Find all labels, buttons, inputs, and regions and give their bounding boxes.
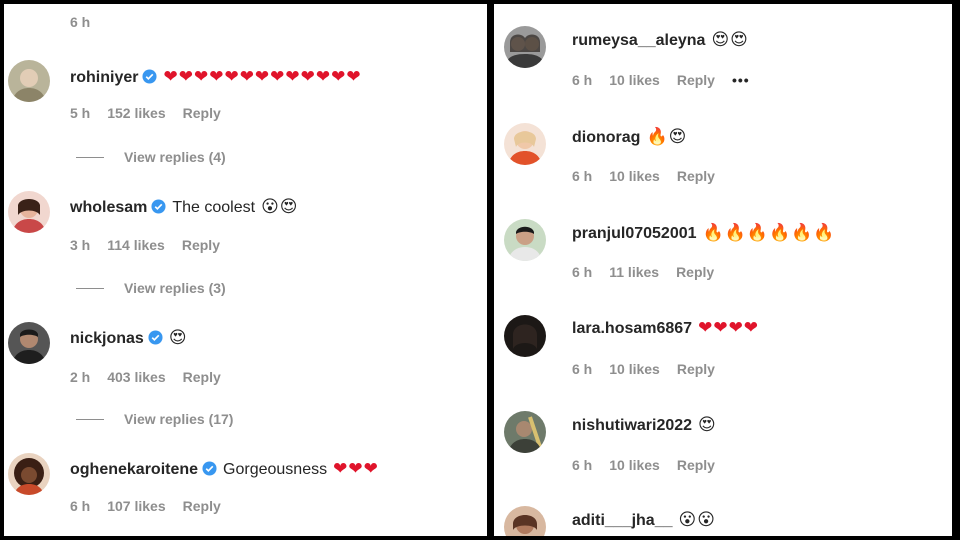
reply-button[interactable]: Reply: [183, 105, 221, 121]
more-options-icon[interactable]: •••: [732, 72, 750, 88]
reply-button[interactable]: Reply: [677, 361, 715, 377]
divider-line: [76, 157, 104, 158]
view-replies-button[interactable]: View replies (17): [76, 410, 233, 428]
reply-button[interactable]: Reply: [677, 168, 715, 184]
view-replies-button[interactable]: View replies (3): [76, 279, 226, 297]
reply-button[interactable]: Reply: [183, 498, 221, 514]
avatar[interactable]: [504, 219, 546, 261]
like-count[interactable]: 152 likes: [107, 105, 165, 121]
avatar[interactable]: [504, 123, 546, 165]
username[interactable]: lara.hosam6867: [572, 320, 692, 337]
avatar[interactable]: [504, 506, 546, 536]
comment-emojis: ❤❤❤❤❤❤❤❤❤❤❤❤❤: [163, 67, 362, 87]
comment-emojis: 🔥🔥🔥🔥🔥🔥: [702, 223, 836, 243]
view-replies-button[interactable]: View replies (4): [76, 148, 226, 166]
username[interactable]: pranjul07052001: [572, 225, 697, 242]
username[interactable]: rumeysa__aleyna: [572, 32, 705, 49]
comment-time: 6 h: [572, 457, 593, 473]
avatar[interactable]: [504, 26, 546, 68]
avatar[interactable]: [8, 453, 50, 495]
username[interactable]: nishutiwari2022: [572, 417, 692, 434]
username[interactable]: dionorag: [572, 129, 640, 146]
view-replies-label: View replies (3): [124, 280, 226, 296]
like-count[interactable]: 10 likes: [609, 72, 660, 88]
reply-button[interactable]: Reply: [182, 237, 220, 253]
like-count[interactable]: 10 likes: [609, 168, 660, 184]
comment-time: 2 h: [70, 369, 91, 385]
username[interactable]: rohiniyer: [70, 69, 138, 86]
comment-text: Gorgeousness: [223, 461, 328, 478]
comment-emojis: 😮😍: [261, 197, 299, 217]
avatar[interactable]: [504, 411, 546, 453]
like-count[interactable]: 10 likes: [609, 457, 660, 473]
like-count[interactable]: 114 likes: [107, 237, 165, 253]
avatar[interactable]: [504, 315, 546, 357]
username[interactable]: oghenekaroitene: [70, 461, 198, 478]
comment-time: 6 h: [572, 361, 593, 377]
reply-button[interactable]: Reply: [183, 369, 221, 385]
like-count[interactable]: 403 likes: [107, 369, 165, 385]
comment-emojis: ❤❤❤: [333, 459, 379, 479]
comment-time: 6 h: [572, 264, 593, 280]
comment-emojis: 😍: [698, 415, 717, 435]
verified-badge-icon: [151, 199, 166, 214]
avatar[interactable]: [8, 322, 50, 364]
username[interactable]: aditi___jha__: [572, 512, 673, 529]
like-count[interactable]: 10 likes: [609, 361, 660, 377]
avatar[interactable]: [8, 191, 50, 233]
verified-badge-icon: [142, 69, 157, 84]
avatar[interactable]: [8, 60, 50, 102]
reply-button[interactable]: Reply: [677, 72, 715, 88]
divider-line: [76, 288, 104, 289]
comment-time: 6 h: [572, 168, 593, 184]
comment-emojis: 😍: [168, 328, 188, 348]
view-replies-label: View replies (4): [124, 149, 226, 165]
previous-comment-time: 6 h: [70, 14, 91, 30]
comment-time: 3 h: [70, 237, 91, 253]
left-comments-panel: 6 h rohiniyer ❤❤❤❤❤❤❤❤❤❤❤❤❤ 5 h 152 likes R…: [4, 4, 487, 536]
like-count[interactable]: 11 likes: [609, 264, 659, 280]
username[interactable]: nickjonas: [70, 330, 144, 347]
comment-time: 5 h: [70, 105, 91, 121]
like-count[interactable]: 107 likes: [107, 498, 165, 514]
username[interactable]: wholesam: [70, 199, 147, 216]
right-comments-panel: rumeysa__aleyna 😍😍 6 h 10 likes Reply ••• di…: [494, 4, 952, 536]
comment-emojis: 😮😮: [678, 510, 716, 530]
verified-badge-icon: [202, 461, 217, 476]
reply-button[interactable]: Reply: [676, 264, 714, 280]
comment-text: The coolest: [172, 199, 256, 216]
comment-time: 6 h: [572, 72, 593, 88]
comment-emojis: 🔥😍: [646, 127, 688, 147]
divider-line: [76, 419, 104, 420]
reply-button[interactable]: Reply: [677, 457, 715, 473]
comment-emojis: 😍😍: [711, 30, 749, 50]
comment-emojis: ❤❤❤❤: [698, 318, 760, 338]
verified-badge-icon: [148, 330, 163, 345]
view-replies-label: View replies (17): [124, 411, 234, 427]
comment-time: 6 h: [70, 498, 91, 514]
